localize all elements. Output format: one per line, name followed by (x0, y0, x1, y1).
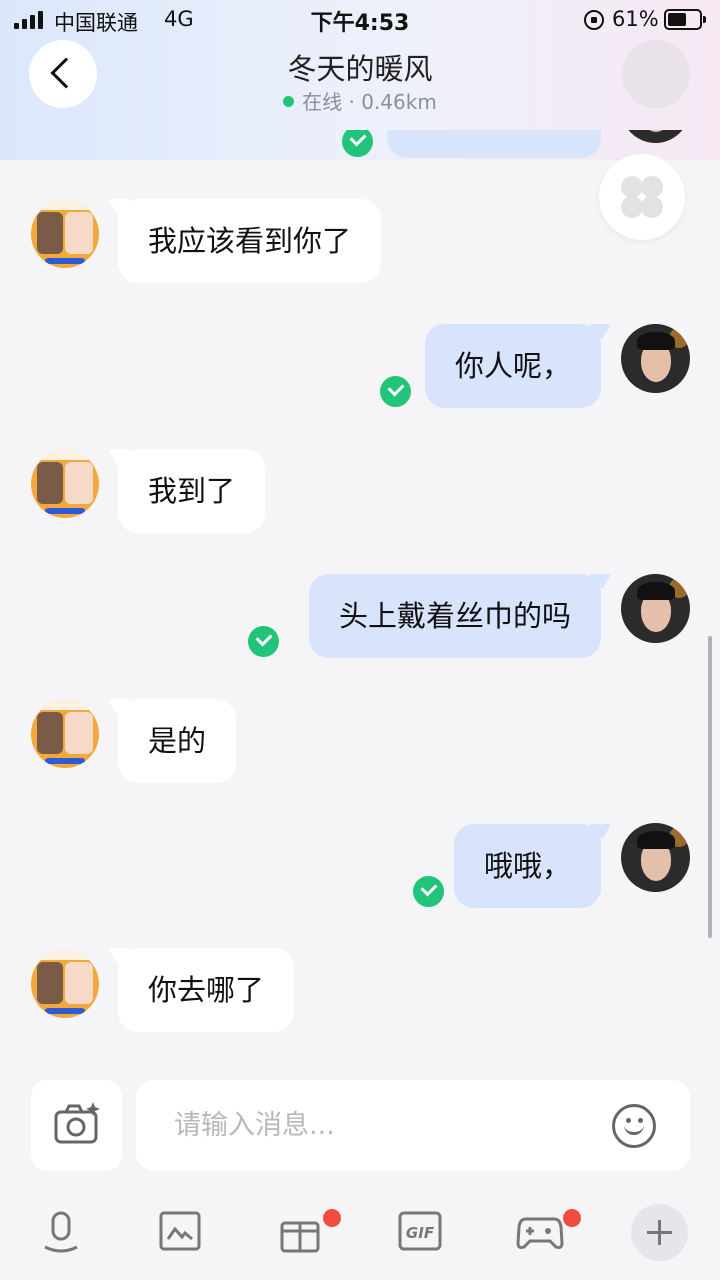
scrollbar[interactable] (708, 636, 712, 938)
contact-avatar-small[interactable] (31, 450, 99, 518)
contact-avatar-small[interactable] (31, 950, 99, 1018)
message-bubble[interactable]: 哦哦， (453, 824, 601, 908)
game-icon[interactable] (516, 1207, 564, 1255)
clover-button[interactable] (599, 154, 685, 240)
emoji-icon[interactable] (612, 1104, 656, 1148)
gif-icon[interactable]: GIF (396, 1207, 444, 1255)
rotation-lock-icon (584, 10, 604, 30)
gift-badge (323, 1209, 341, 1227)
clover-icon (621, 176, 643, 198)
message-input[interactable] (174, 1098, 594, 1153)
chat-list[interactable]: 我应该看到你了 你人呢， 我到了 头上戴着丝巾的吗 是的 哦哦， 你去哪了 (0, 130, 720, 1070)
message-bubble[interactable]: 我到了 (118, 449, 266, 533)
message-bubble[interactable]: 头上戴着丝巾的吗 (308, 574, 601, 658)
image-icon[interactable] (156, 1207, 204, 1255)
read-check-icon (380, 376, 411, 407)
game-badge (563, 1209, 581, 1227)
status-bar: 中国联通 4G 下午4:53 61% (0, 0, 720, 40)
contact-name: 冬天的暖风 (287, 52, 433, 86)
plus-button[interactable] (631, 1204, 688, 1261)
gif-label: GIF (406, 1224, 435, 1242)
read-check-icon (413, 876, 444, 907)
message-bubble[interactable]: 我应该看到你了 (118, 199, 382, 283)
my-avatar[interactable] (621, 130, 690, 143)
read-check-icon (248, 626, 279, 657)
contact-avatar-small[interactable] (31, 200, 99, 268)
online-dot-icon (283, 96, 295, 107)
voice-icon[interactable] (37, 1207, 85, 1255)
my-avatar[interactable] (621, 823, 690, 892)
message-input-container[interactable] (136, 1080, 690, 1171)
camera-icon (54, 1102, 100, 1144)
my-avatar[interactable] (621, 324, 690, 393)
read-check-icon (342, 130, 373, 157)
contact-status: 在线 · 0.46km (0, 86, 720, 115)
contact-avatar[interactable] (622, 40, 690, 108)
contact-status-text: 在线 · 0.46km (302, 90, 437, 114)
message-bubble[interactable]: 你去哪了 (118, 948, 295, 1032)
battery-icon (664, 9, 706, 30)
battery-percent: 61% (612, 7, 659, 31)
camera-button[interactable] (31, 1080, 122, 1171)
message-bubble[interactable]: 你人呢， (424, 324, 601, 408)
gift-icon[interactable] (276, 1207, 324, 1255)
contact-avatar-small[interactable] (31, 700, 99, 768)
message-bubble-partial (387, 130, 601, 158)
message-bubble[interactable]: 是的 (118, 699, 237, 783)
my-avatar[interactable] (621, 574, 690, 643)
